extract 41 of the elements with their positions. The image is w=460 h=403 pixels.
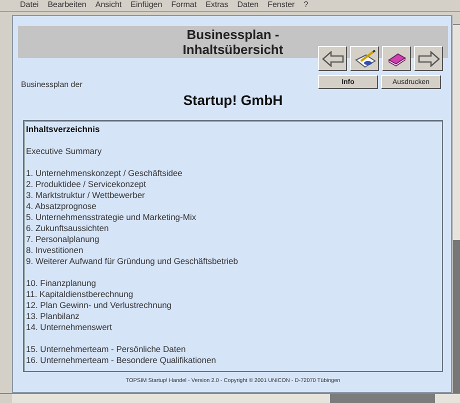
vertical-scrollbar[interactable] xyxy=(452,15,460,393)
toc-link[interactable]: 4. Absatzprognose xyxy=(26,201,96,212)
menu-item[interactable]: Datei xyxy=(20,0,39,11)
toc-link[interactable]: 5. Unternehmensstrategie und Marketing-Mix xyxy=(26,212,196,223)
menu-item[interactable]: Format xyxy=(171,0,197,11)
subtitle: Businessplan der xyxy=(21,80,82,89)
book-button[interactable] xyxy=(382,46,411,71)
page-title: Businessplan - xyxy=(186,27,280,42)
toc-link[interactable]: 10. Finanzplanung xyxy=(26,278,96,289)
toc-link[interactable]: 11. Kapitaldienstberechnung xyxy=(26,289,134,300)
menu-item[interactable]: Ansicht xyxy=(95,0,122,11)
left-arrow-icon xyxy=(322,50,344,66)
toc-link[interactable]: 13. Planbilanz xyxy=(26,311,80,322)
notes-button[interactable] xyxy=(350,46,379,71)
horizontal-scrollbar[interactable] xyxy=(0,393,460,403)
company-name: Startup! GmbH xyxy=(182,92,284,108)
toc-link[interactable]: 15. Unternehmerteam - Persönliche Daten xyxy=(26,344,186,355)
toc-heading: Inhaltsverzeichnis xyxy=(26,124,101,135)
forward-button[interactable] xyxy=(414,46,443,71)
toc-link[interactable]: 8. Investitionen xyxy=(26,245,84,256)
notepad-pencil-icon xyxy=(354,50,376,68)
toc-link[interactable]: 6. Zukunftsaussichten xyxy=(26,223,109,234)
back-button[interactable] xyxy=(318,46,347,71)
toc-link[interactable]: Executive Summary xyxy=(26,146,102,157)
right-arrow-icon xyxy=(418,50,440,66)
menu-item[interactable]: Bearbeiten xyxy=(48,0,86,11)
toc-link[interactable]: 7. Personalplanung xyxy=(26,234,100,245)
toc-link[interactable]: 1. Unternehmenskonzept / Geschäftsidee xyxy=(26,168,182,179)
toc-link[interactable]: 12. Plan Gewinn- und Verlustrechnung xyxy=(26,300,172,311)
menu-item[interactable]: ? xyxy=(304,0,308,11)
toc-link[interactable]: 16. Unternehmerteam - Besondere Qualifikationen xyxy=(26,355,216,366)
menu-item[interactable]: Fenster xyxy=(268,0,295,11)
book-icon xyxy=(386,50,406,66)
toc-link[interactable]: 9. Weiterer Aufwand für Gründung und Geschäftsbetrieb xyxy=(26,256,238,267)
toc-link[interactable]: 14. Unternehmenswert xyxy=(26,322,112,333)
menu-item[interactable]: Extras xyxy=(206,0,228,11)
toc-link[interactable]: 3. Marktstruktur / Wettbewerber xyxy=(26,190,145,201)
page-title: Inhaltsübersicht xyxy=(182,42,284,57)
menu-item[interactable]: Einfügen xyxy=(130,0,162,11)
menu-item[interactable]: Daten xyxy=(237,0,259,11)
toc-link[interactable]: 2. Produktidee / Servicekonzept xyxy=(26,179,146,190)
